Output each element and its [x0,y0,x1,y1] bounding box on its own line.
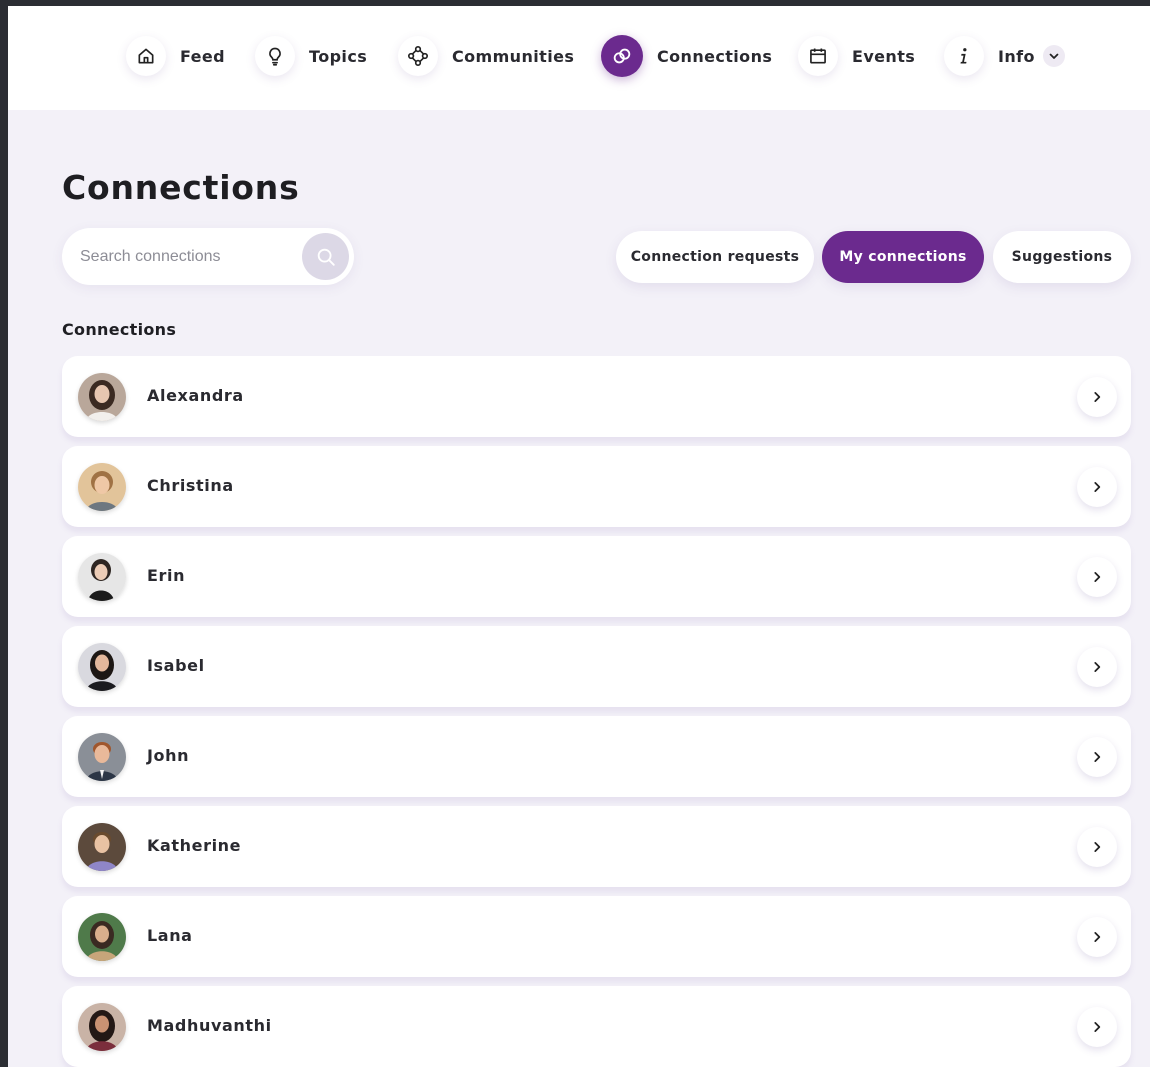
connection-row[interactable]: Christina [62,446,1131,527]
chevron-right-icon[interactable] [1077,647,1117,687]
chevron-down-icon[interactable] [1042,45,1065,67]
lightbulb-icon [255,36,295,76]
tab-suggestions[interactable]: Suggestions [993,231,1131,283]
connection-row[interactable]: Isabel [62,626,1131,707]
nav-label: Events [852,46,916,66]
nav-label: Topics [309,46,368,66]
avatar [78,1003,126,1051]
connection-row[interactable]: Lana [62,896,1131,977]
nav-item-events[interactable]: Events [798,36,915,76]
connection-name: Lana [147,926,193,945]
nav-item-connections[interactable]: Connections [601,35,773,77]
nav-label: Connections [657,46,773,66]
connection-name: Christina [147,476,234,495]
chevron-right-icon[interactable] [1077,827,1117,867]
nav-item-communities[interactable]: Communities [398,36,574,76]
connection-row[interactable]: Katherine [62,806,1131,887]
nav-item-topics[interactable]: Topics [255,36,367,76]
connection-name: John [147,746,190,765]
avatar [78,463,126,511]
avatar [78,643,126,691]
app-window: Feed Topics Communities Connections Even [8,6,1150,1067]
chevron-right-icon[interactable] [1077,377,1117,417]
search-icon [315,246,337,268]
nav-item-info[interactable]: Info [944,36,1065,76]
avatar [78,823,126,871]
connection-name: Isabel [147,656,205,675]
nav-label: Communities [452,46,575,66]
connection-name: Katherine [147,836,242,855]
link-icon [601,35,643,77]
communities-icon [398,36,438,76]
chevron-right-icon[interactable] [1077,557,1117,597]
calendar-icon [798,36,838,76]
connection-row[interactable]: Erin [62,536,1131,617]
search-button[interactable] [302,233,349,280]
connection-row[interactable]: John [62,716,1131,797]
avatar [78,553,126,601]
chevron-right-icon[interactable] [1077,1007,1117,1047]
connection-name: Alexandra [147,386,244,405]
connection-name: Erin [147,566,186,585]
connection-row[interactable]: Alexandra [62,356,1131,437]
avatar [78,373,126,421]
avatar [78,913,126,961]
nav-label: Feed [180,46,226,66]
avatar [78,733,126,781]
connection-name: Madhuvanthi [147,1016,272,1035]
connection-list: Alexandra Christina Erin Isabel John Kat… [62,356,1131,1067]
nav-item-feed[interactable]: Feed [126,36,225,76]
top-navigation: Feed Topics Communities Connections Even [8,6,1150,110]
home-icon [126,36,166,76]
chevron-right-icon[interactable] [1077,467,1117,507]
page-title: Connections [62,168,300,207]
info-icon [944,36,984,76]
search-box [62,228,354,285]
chevron-right-icon[interactable] [1077,917,1117,957]
tab-connection-requests[interactable]: Connection requests [616,231,814,283]
nav-label: Info [998,46,1035,66]
section-label: Connections [62,320,177,339]
tab-my-connections[interactable]: My connections [822,231,984,283]
chevron-right-icon[interactable] [1077,737,1117,777]
connection-row[interactable]: Madhuvanthi [62,986,1131,1067]
search-input[interactable] [80,228,295,285]
